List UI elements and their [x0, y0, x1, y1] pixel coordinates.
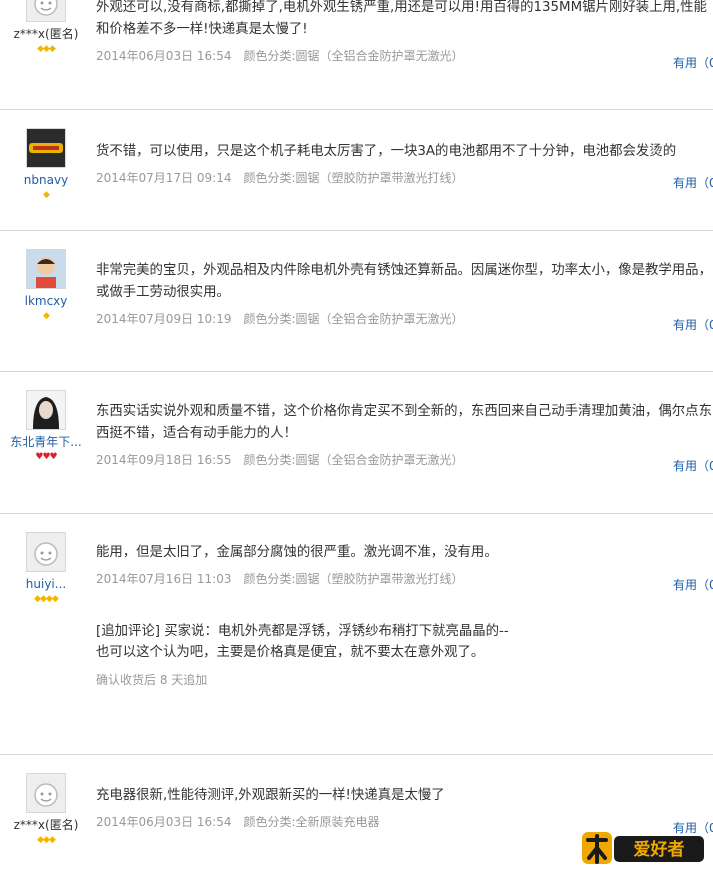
- user-level-icon: ◆: [43, 190, 50, 200]
- user-name[interactable]: 东北青年下...: [0, 434, 92, 450]
- review-variant: 颜色分类:全新原装充电器: [243, 815, 380, 829]
- review-variant: 颜色分类:圆锯（全铝合金防护罩无激光）: [243, 49, 464, 63]
- review-body: 东西实话实说外观和质量不错，这个价格你肯定买不到全新的，东西回来自己动手清理加黄…: [96, 401, 713, 468]
- review-body: 货不错，可以使用，只是这个机子耗电太厉害了，一块3A的电池都用不了十分钟，电池都…: [96, 141, 713, 186]
- review-text: 非常完美的宝贝，外观品相及内件除电机外壳有锈蚀还算新品。因属迷你型，功率太小，像…: [96, 263, 712, 300]
- avatar[interactable]: [26, 128, 66, 168]
- watermark-logo: 爱好者: [580, 828, 708, 868]
- useful-button[interactable]: 有用（0: [673, 54, 713, 71]
- user-name[interactable]: lkmcxy: [0, 293, 92, 309]
- review-meta: 2014年06月03日 16:54 颜色分类:圆锯（全铝合金防护罩无激光）: [96, 47, 713, 64]
- user-name: z***x(匿名): [13, 27, 79, 41]
- review-user: nbnavy ◆: [0, 128, 92, 201]
- addition-text: [追加评论] 买家说：电机外壳都是浮锈，浮锈纱布稍打下就亮晶晶的-- 也可以这个…: [96, 624, 509, 660]
- user-level-icon: ♥♥♥: [35, 452, 57, 462]
- user-name: z***x(匿名): [13, 818, 79, 832]
- review-date: 2014年06月03日 16:54: [96, 49, 232, 63]
- review-date: 2014年07月17日 09:14: [96, 171, 232, 185]
- review-item: nbnavy ◆ 货不错，可以使用，只是这个机子耗电太厉害了，一块3A的电池都用…: [0, 110, 713, 231]
- review-date: 2014年07月09日 10:19: [96, 312, 232, 326]
- review-date: 2014年07月16日 11:03: [96, 572, 232, 586]
- avatar[interactable]: [26, 390, 66, 430]
- useful-button[interactable]: 有用（0: [673, 316, 713, 333]
- avatar[interactable]: [26, 249, 66, 289]
- review-item: 东北青年下... ♥♥♥ 东西实话实说外观和质量不错，这个价格你肯定买不到全新的…: [0, 372, 713, 514]
- addition-meta: 确认收货后 8 天追加: [96, 673, 208, 687]
- user-name[interactable]: huiyi...: [0, 576, 92, 592]
- review-user: 东北青年下... ♥♥♥: [0, 390, 92, 463]
- useful-button[interactable]: 有用（0: [673, 174, 713, 191]
- avatar[interactable]: [26, 0, 66, 22]
- user-level-icon: ◆◆◆: [37, 835, 56, 845]
- user-level-icon: ◆◆◆◆: [34, 594, 59, 604]
- review-date: 2014年09月18日 16:55: [96, 453, 232, 467]
- review-addition: [追加评论] 买家说：电机外壳都是浮锈，浮锈纱布稍打下就亮晶晶的-- 也可以这个…: [96, 621, 713, 688]
- review-body: 充电器很新,性能待测评,外观跟新买的一样!快递真是太慢了 2014年06月03日…: [96, 785, 713, 830]
- review-variant: 颜色分类:圆锯（全铝合金防护罩无激光）: [243, 312, 464, 326]
- review-text: 外观还可以,没有商标,都撕掉了,电机外观生锈严重,用还是可以用!用百得的135M…: [96, 0, 707, 37]
- review-meta: 2014年09月18日 16:55 颜色分类:圆锯（全铝合金防护罩无激光）: [96, 451, 713, 468]
- review-user: z***x(匿名) ◆◆◆: [0, 773, 92, 846]
- review-date: 2014年06月03日 16:54: [96, 815, 232, 829]
- avatar[interactable]: [26, 773, 66, 813]
- user-level-icon: ◆◆◆: [37, 44, 56, 54]
- user-name[interactable]: nbnavy: [0, 172, 92, 188]
- review-text: 充电器很新,性能待测评,外观跟新买的一样!快递真是太慢了: [96, 788, 445, 803]
- review-meta: 2014年07月09日 10:19 颜色分类:圆锯（全铝合金防护罩无激光）: [96, 310, 713, 327]
- review-body: 非常完美的宝贝，外观品相及内件除电机外壳有锈蚀还算新品。因属迷你型，功率太小，像…: [96, 260, 713, 327]
- useful-button[interactable]: 有用（0: [673, 457, 713, 474]
- svg-text:爱好者: 爱好者: [634, 839, 685, 860]
- review-meta: 2014年07月17日 09:14 颜色分类:圆锯（塑胶防护罩带激光打线）: [96, 169, 713, 186]
- review-variant: 颜色分类:圆锯（塑胶防护罩带激光打线）: [243, 572, 464, 586]
- review-user: lkmcxy ◆: [0, 249, 92, 322]
- review-body: 外观还可以,没有商标,都撕掉了,电机外观生锈严重,用还是可以用!用百得的135M…: [96, 0, 713, 64]
- user-level-icon: ◆: [43, 311, 50, 321]
- review-text: 货不错，可以使用，只是这个机子耗电太厉害了，一块3A的电池都用不了十分钟，电池都…: [96, 144, 677, 159]
- review-user: huiyi... ◆◆◆◆: [0, 532, 92, 605]
- review-item: huiyi... ◆◆◆◆ 能用，但是太旧了，金属部分腐蚀的很严重。激光调不准，…: [0, 514, 713, 755]
- review-text: 能用，但是太旧了，金属部分腐蚀的很严重。激光调不准，没有用。: [96, 545, 498, 560]
- review-variant: 颜色分类:圆锯（塑胶防护罩带激光打线）: [243, 171, 464, 185]
- review-item: lkmcxy ◆ 非常完美的宝贝，外观品相及内件除电机外壳有锈蚀还算新品。因属迷…: [0, 231, 713, 372]
- useful-button[interactable]: 有用（0: [673, 576, 713, 593]
- review-user: z***x(匿名) ◆◆◆: [0, 0, 92, 55]
- review-body: 能用，但是太旧了，金属部分腐蚀的很严重。激光调不准，没有用。 2014年07月1…: [96, 542, 713, 688]
- review-variant: 颜色分类:圆锯（全铝合金防护罩无激光）: [243, 453, 464, 467]
- review-meta: 2014年07月16日 11:03 颜色分类:圆锯（塑胶防护罩带激光打线）: [96, 570, 713, 587]
- review-item: z***x(匿名) ◆◆◆ 外观还可以,没有商标,都撕掉了,电机外观生锈严重,用…: [0, 0, 713, 110]
- avatar[interactable]: [26, 532, 66, 572]
- review-text: 东西实话实说外观和质量不错，这个价格你肯定买不到全新的，东西回来自己动手清理加黄…: [96, 404, 712, 441]
